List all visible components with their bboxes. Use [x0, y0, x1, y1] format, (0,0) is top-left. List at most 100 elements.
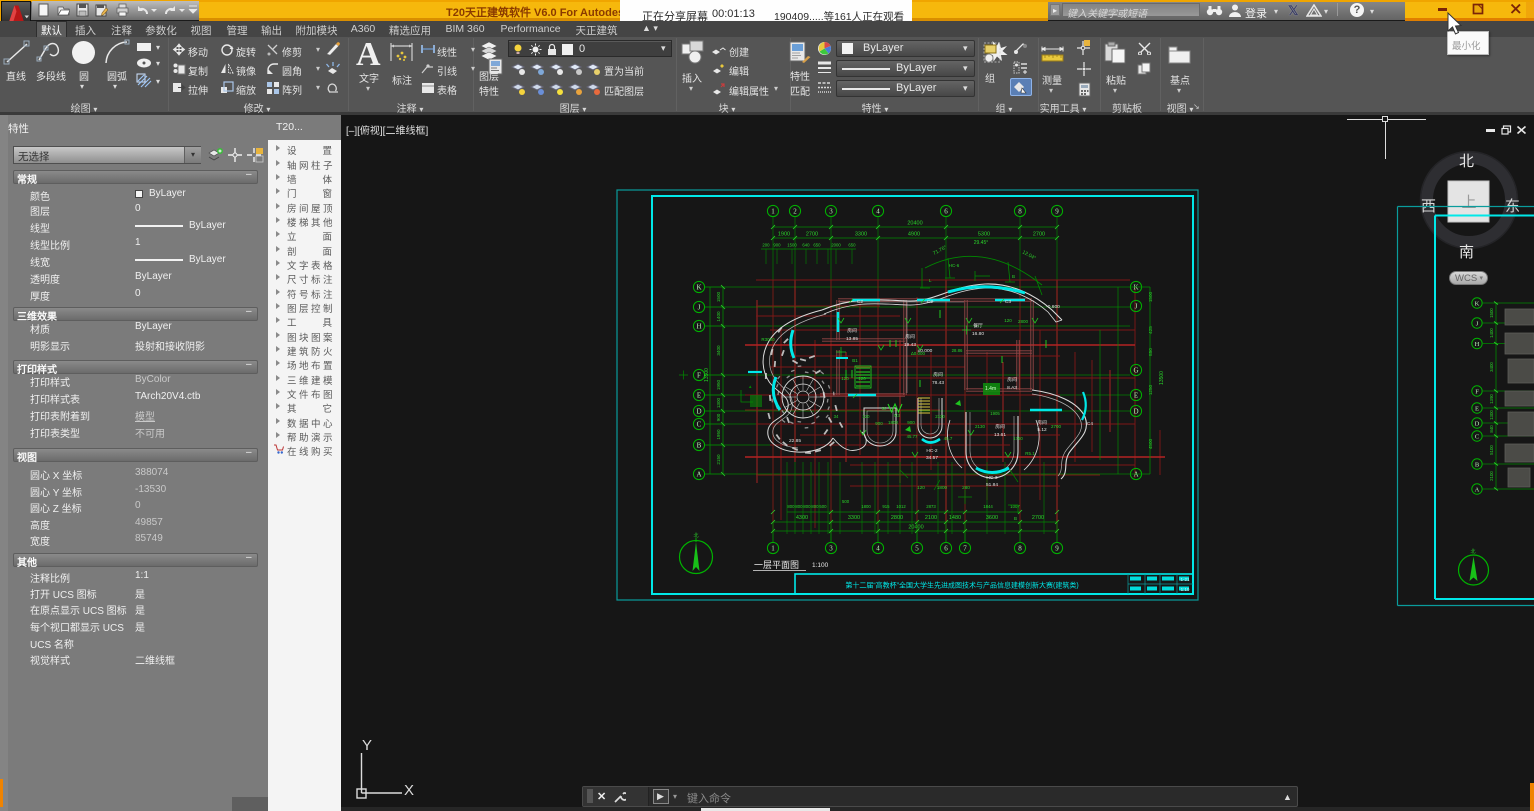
- svg-text:A: A: [1133, 471, 1138, 479]
- svg-text:425: 425: [1148, 326, 1153, 334]
- svg-text:C2: C2: [927, 299, 933, 305]
- svg-text:34: 34: [834, 414, 839, 419]
- svg-text:2873: 2873: [926, 504, 936, 509]
- svg-text:1950: 1950: [716, 379, 721, 390]
- svg-text:120: 120: [841, 376, 849, 381]
- svg-text:800: 800: [803, 504, 811, 509]
- svg-text:500: 500: [842, 499, 850, 504]
- svg-text:∆0.000: ∆0.000: [911, 351, 926, 356]
- svg-text:915: 915: [882, 504, 890, 509]
- svg-text:13500: 13500: [1159, 371, 1165, 385]
- svg-text:5100: 5100: [1489, 445, 1494, 455]
- svg-text:1.4m: 1.4m: [985, 386, 996, 392]
- svg-text:B: B: [1475, 461, 1480, 468]
- svg-text:E: E: [1134, 392, 1138, 400]
- svg-text:2700: 2700: [806, 232, 818, 238]
- svg-text:1500: 1500: [787, 243, 797, 248]
- svg-text:1950: 1950: [716, 429, 721, 440]
- svg-text:C: C: [1475, 433, 1479, 440]
- svg-text:D: D: [1133, 408, 1138, 416]
- svg-text:13.85: 13.85: [846, 336, 858, 342]
- svg-text:8: 8: [1018, 208, 1022, 216]
- svg-text:▲: ▲: [748, 384, 752, 389]
- svg-text:28.86: 28.86: [952, 348, 963, 353]
- svg-text:2150: 2150: [716, 454, 721, 465]
- svg-text:13.61: 13.61: [994, 432, 1006, 438]
- svg-text:2100: 2100: [925, 515, 937, 521]
- svg-text:1-21: 1-21: [1180, 577, 1190, 582]
- svg-text:1012: 1012: [896, 504, 906, 509]
- svg-text:B: B: [697, 442, 702, 450]
- svg-text:1800: 1800: [888, 420, 899, 425]
- svg-text:1500: 1500: [1148, 291, 1153, 302]
- svg-text:1500: 1500: [1489, 308, 1494, 318]
- svg-text:C4: C4: [1087, 421, 1093, 427]
- svg-text:20400: 20400: [907, 221, 922, 227]
- svg-text:13500: 13500: [704, 368, 710, 382]
- svg-text:HC-6: HC-6: [949, 263, 960, 268]
- svg-text:房间: 房间: [847, 327, 857, 334]
- svg-text:9: 9: [1055, 545, 1059, 553]
- svg-text:1: 1: [771, 208, 775, 216]
- svg-text:F: F: [1475, 388, 1479, 395]
- svg-text:71.76°: 71.76°: [932, 245, 948, 257]
- svg-text:1: 1: [771, 545, 775, 553]
- svg-text:3400: 3400: [716, 345, 721, 356]
- svg-text:1300: 1300: [716, 397, 721, 408]
- svg-text:C2: C2: [857, 299, 863, 305]
- svg-text:2130: 2130: [935, 414, 945, 419]
- svg-text:120: 120: [862, 414, 870, 419]
- svg-text:19.43: 19.43: [904, 342, 916, 348]
- svg-text:A: A: [696, 471, 701, 479]
- svg-text:6: 6: [944, 208, 948, 216]
- svg-text:1:100: 1:100: [812, 562, 829, 569]
- svg-text:4500: 4500: [1148, 438, 1153, 449]
- svg-text:5: 5: [915, 545, 919, 553]
- svg-text:一层平面图: 一层平面图: [754, 560, 799, 570]
- svg-text:-0.600: -0.600: [1046, 304, 1060, 310]
- svg-text:K: K: [1475, 300, 1480, 307]
- svg-text:C3: C3: [1005, 299, 1011, 305]
- svg-text:4: 4: [876, 208, 880, 216]
- svg-text:800: 800: [787, 504, 795, 509]
- svg-text:2700: 2700: [1033, 232, 1045, 238]
- svg-text:1:10: 1:10: [1181, 587, 1190, 592]
- svg-text:280: 280: [962, 485, 970, 490]
- svg-text:900: 900: [773, 243, 781, 248]
- svg-text:房间: 房间: [905, 333, 915, 340]
- svg-text:H: H: [1475, 341, 1480, 348]
- svg-text:房间: 房间: [995, 423, 1005, 430]
- svg-text:800: 800: [811, 504, 819, 509]
- svg-text:1900: 1900: [778, 232, 790, 238]
- svg-text:R5.1: R5.1: [1025, 451, 1035, 456]
- svg-text:J: J: [1135, 303, 1138, 311]
- svg-text:650: 650: [848, 243, 856, 248]
- svg-text:51.84: 51.84: [986, 482, 998, 488]
- svg-text:20400: 20400: [908, 525, 923, 531]
- svg-text:G: G: [1133, 367, 1138, 375]
- svg-text:4: 4: [876, 545, 880, 553]
- svg-text:1905: 1905: [990, 411, 1000, 416]
- svg-text:8.A3: 8.A3: [1007, 385, 1017, 391]
- svg-text:2700: 2700: [1032, 515, 1044, 521]
- svg-text:45.7: 45.7: [944, 436, 953, 441]
- svg-text:H: H: [696, 323, 701, 331]
- svg-text:北: 北: [1470, 548, 1475, 555]
- svg-text:78.43: 78.43: [932, 380, 944, 386]
- svg-text:1800: 1800: [937, 485, 948, 490]
- svg-text:1400: 1400: [716, 311, 721, 322]
- svg-text:J: J: [698, 304, 701, 312]
- svg-text:D: D: [696, 408, 701, 416]
- svg-text:2100: 2100: [1489, 471, 1494, 481]
- svg-text:5300: 5300: [978, 232, 990, 238]
- svg-text:9: 9: [1055, 208, 1059, 216]
- svg-text:1500: 1500: [716, 291, 721, 302]
- svg-text:900: 900: [875, 421, 883, 426]
- svg-text:1400: 1400: [1489, 328, 1494, 338]
- svg-text:房间: 房间: [1007, 376, 1017, 383]
- svg-text:3300: 3300: [848, 515, 860, 521]
- svg-text:K: K: [1133, 284, 1138, 292]
- svg-text:1390: 1390: [1489, 394, 1494, 404]
- svg-text:B1: B1: [852, 358, 858, 363]
- svg-text:6: 6: [944, 545, 948, 553]
